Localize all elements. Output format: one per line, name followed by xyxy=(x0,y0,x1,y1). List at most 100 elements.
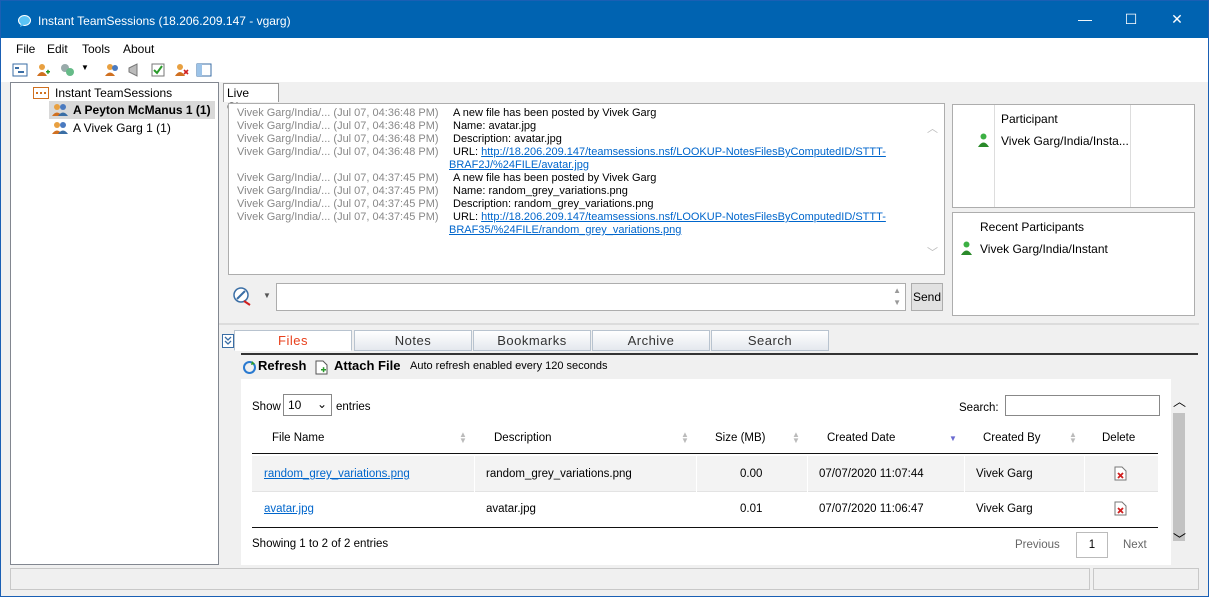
col-created-by[interactable]: Created By ▲ ▼ xyxy=(964,422,1084,454)
group-icon xyxy=(52,122,68,134)
chat-bubble-icon xyxy=(18,15,31,27)
input-scroll-down-icon[interactable]: ▼ xyxy=(893,298,901,307)
group-add-icon[interactable] xyxy=(59,62,75,78)
app-window: Instant TeamSessions (18.206.209.147 - v… xyxy=(0,0,1209,597)
users-icon[interactable] xyxy=(104,62,120,78)
recent-participants-header: Recent Participants xyxy=(980,220,1085,234)
scroll-down-icon[interactable]: ﹀ xyxy=(1173,529,1186,548)
tab-files[interactable]: Files xyxy=(234,330,352,351)
status-tools-icon[interactable] xyxy=(232,285,254,307)
file-description: random_grey_variations.png xyxy=(486,468,632,480)
files-scrollbar[interactable]: ︿ ﹀ xyxy=(1171,379,1187,565)
files-table-area: Show 10 ⌄ entries Search: File Name ▲ ▼ De… xyxy=(241,379,1171,565)
sort-icon: ▲ ▼ xyxy=(1069,430,1077,445)
participant-name[interactable]: Vivek Garg/India/Insta... xyxy=(1001,134,1129,148)
chat-message-wrap: BRAF35/%24FILE/random_grey_variations.pn… xyxy=(449,224,681,237)
panel-layout-icon[interactable] xyxy=(196,62,212,78)
check-list-icon[interactable] xyxy=(150,62,166,78)
megaphone-icon[interactable] xyxy=(127,62,143,78)
previous-page-button[interactable]: Previous xyxy=(1015,539,1060,551)
file-url-link[interactable]: http://18.206.209.147/teamsessions.nsf/L… xyxy=(481,146,886,158)
status-pane-main xyxy=(10,568,1090,590)
remove-user-icon[interactable] xyxy=(173,62,189,78)
menu-edit[interactable]: Edit xyxy=(47,42,68,56)
refresh-button[interactable]: Refresh xyxy=(258,358,306,373)
refresh-icon[interactable] xyxy=(242,360,257,375)
table-row[interactable]: avatar.jpg avatar.jpg 0.01 07/07/2020 11… xyxy=(252,492,1158,528)
chat-message-wrap: BRAF2J/%24FILE/avatar.jpg xyxy=(449,159,589,172)
showing-entries-text: Showing 1 to 2 of 2 entries xyxy=(252,538,389,550)
chat-input[interactable]: ▲ ▼ xyxy=(276,283,906,311)
col-size[interactable]: Size (MB) ▲ ▼ xyxy=(696,422,807,454)
tab-notes[interactable]: Notes xyxy=(354,330,472,351)
sort-icon: ▲ ▼ xyxy=(792,430,800,445)
tree-item-label: A Vivek Garg 1 (1) xyxy=(73,121,171,135)
scroll-thumb[interactable] xyxy=(1173,413,1185,541)
delete-file-icon[interactable] xyxy=(1114,501,1127,516)
file-name-link[interactable]: random_grey_variations.png xyxy=(264,468,410,480)
entries-label: entries xyxy=(336,401,371,413)
participant-header: Participant xyxy=(1001,112,1058,126)
maximize-button[interactable]: ☐ xyxy=(1108,1,1154,38)
online-user-icon xyxy=(978,133,989,147)
entries-select[interactable]: 10 ⌄ xyxy=(283,394,332,416)
attach-file-icon[interactable] xyxy=(315,360,328,375)
file-size: 0.01 xyxy=(740,503,763,515)
input-scroll-up-icon[interactable]: ▲ xyxy=(893,286,901,295)
scroll-up-icon[interactable]: ︿ xyxy=(927,120,938,136)
pane-splitter[interactable] xyxy=(219,323,1199,325)
search-input[interactable] xyxy=(1005,395,1160,416)
dropdown-arrow-icon[interactable]: ▼ xyxy=(81,63,89,72)
toolbar: ▼ xyxy=(1,58,1208,82)
menu-bar: File Edit Tools About xyxy=(1,38,1208,58)
file-description: avatar.jpg xyxy=(486,503,536,515)
tab-bookmarks[interactable]: Bookmarks xyxy=(473,330,591,351)
col-created-date[interactable]: Created Date ▼ xyxy=(807,422,964,454)
tree-root-label: Instant TeamSessions xyxy=(55,86,173,100)
file-url-link[interactable]: BRAF2J/%24FILE/avatar.jpg xyxy=(449,159,589,171)
send-button[interactable]: Send xyxy=(911,283,943,311)
auto-refresh-text: Auto refresh enabled every 120 seconds xyxy=(410,360,608,372)
file-created-by: Vivek Garg xyxy=(976,503,1033,515)
menu-file[interactable]: File xyxy=(16,42,35,56)
participant-pane: Participant Vivek Garg/India/Insta... xyxy=(952,104,1195,208)
file-created-date: 07/07/2020 11:06:47 xyxy=(819,503,924,515)
attach-file-button[interactable]: Attach File xyxy=(334,358,400,373)
search-label: Search: xyxy=(959,402,999,414)
recent-participants-pane: Recent Participants Vivek Garg/India/Ins… xyxy=(952,212,1195,316)
delete-file-icon[interactable] xyxy=(1114,466,1127,481)
tab-archive[interactable]: Archive xyxy=(592,330,710,351)
recent-participant-name[interactable]: Vivek Garg/India/Instant xyxy=(980,242,1108,256)
tree-view-icon[interactable] xyxy=(12,62,28,78)
close-button[interactable]: ✕ xyxy=(1154,1,1200,38)
chevron-down-icon: ⌄ xyxy=(316,397,327,411)
menu-about[interactable]: About xyxy=(123,42,154,56)
tree-root[interactable]: Instant TeamSessions xyxy=(33,84,213,102)
show-label: Show xyxy=(252,401,281,413)
minimize-button[interactable]: — xyxy=(1062,1,1108,38)
tree-item-vivek[interactable]: A Vivek Garg 1 (1) xyxy=(49,119,215,137)
scroll-up-icon[interactable]: ︿ xyxy=(1173,391,1186,410)
file-size: 0.00 xyxy=(740,468,763,480)
tab-search[interactable]: Search xyxy=(711,330,829,351)
scroll-down-icon[interactable]: ﹀ xyxy=(927,244,938,260)
file-url-link[interactable]: BRAF35/%24FILE/random_grey_variations.pn… xyxy=(449,224,681,236)
title-bar[interactable]: Instant TeamSessions (18.206.209.147 - v… xyxy=(1,1,1208,38)
next-page-button[interactable]: Next xyxy=(1123,539,1147,551)
chevron-down-icon[interactable]: ▼ xyxy=(263,291,271,300)
tab-live-chat[interactable]: Live Chat xyxy=(223,83,279,114)
file-url-link[interactable]: http://18.206.209.147/teamsessions.nsf/L… xyxy=(481,211,886,223)
tree-item-peyton[interactable]: A Peyton McManus 1 (1) xyxy=(49,101,215,119)
sessions-icon xyxy=(33,87,49,99)
status-bar xyxy=(10,568,1199,590)
col-description[interactable]: Description ▲ ▼ xyxy=(474,422,696,454)
col-file-name[interactable]: File Name ▲ ▼ xyxy=(252,422,474,454)
collapse-icon[interactable] xyxy=(222,334,234,348)
menu-tools[interactable]: Tools xyxy=(82,42,110,56)
add-user-icon[interactable] xyxy=(35,62,51,78)
sort-icon: ▲ ▼ xyxy=(459,430,467,445)
file-name-link[interactable]: avatar.jpg xyxy=(264,503,314,515)
table-row[interactable]: random_grey_variations.png random_grey_v… xyxy=(252,456,1158,492)
file-created-by: Vivek Garg xyxy=(976,468,1033,480)
page-1-button[interactable]: 1 xyxy=(1076,532,1108,558)
